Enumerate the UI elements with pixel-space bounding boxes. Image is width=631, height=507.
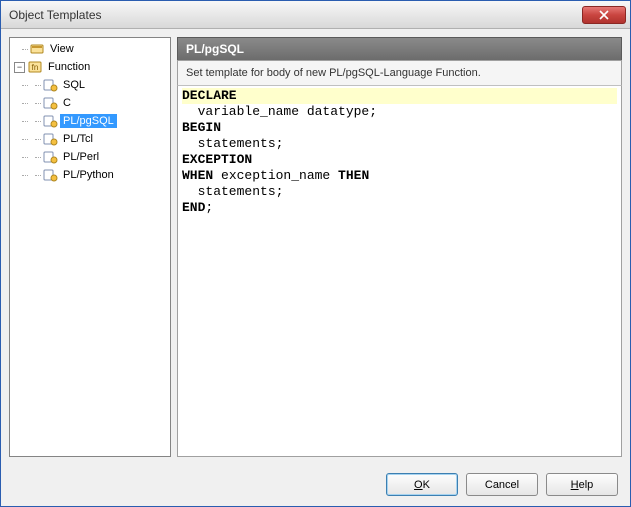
right-panel: PL/pgSQL Set template for body of new PL… [177, 37, 622, 457]
button-row: OK Cancel Help [1, 465, 630, 506]
lang-icon [42, 113, 58, 129]
panel-description: Set template for body of new PL/pgSQL-La… [177, 60, 622, 86]
cancel-button[interactable]: Cancel [466, 473, 538, 496]
tree-label: C [60, 96, 74, 110]
tree-node-lang[interactable]: PL/pgSQL [10, 112, 170, 130]
panel-header: PL/pgSQL [177, 37, 622, 60]
collapse-icon[interactable]: − [14, 62, 25, 73]
tree-label: PL/Python [60, 168, 117, 182]
code-editor[interactable]: DECLARE variable_name datatype; BEGIN st… [178, 86, 621, 218]
tree-node-view[interactable]: View [10, 40, 170, 58]
lang-icon [42, 131, 58, 147]
tree-label: View [47, 42, 77, 56]
tree-label: Function [45, 60, 93, 74]
view-icon [29, 41, 45, 57]
tree-node-lang[interactable]: PL/Python [10, 166, 170, 184]
content-area: View − fn Function SQL C PL/pgSQL PL/Tcl PL/… [1, 29, 630, 465]
titlebar[interactable]: Object Templates [1, 1, 630, 29]
tree-node-lang[interactable]: C [10, 94, 170, 112]
window-title: Object Templates [9, 8, 582, 22]
tree-panel[interactable]: View − fn Function SQL C PL/pgSQL PL/Tcl PL/… [9, 37, 171, 457]
tree-label: PL/Perl [60, 150, 102, 164]
tree-label: SQL [60, 78, 88, 92]
lang-icon [42, 167, 58, 183]
lang-icon [42, 77, 58, 93]
close-icon [599, 10, 609, 20]
tree-node-lang[interactable]: PL/Tcl [10, 130, 170, 148]
tree-label: PL/Tcl [60, 132, 96, 146]
tree-label: PL/pgSQL [60, 114, 117, 128]
lang-icon [42, 149, 58, 165]
tree-node-function[interactable]: − fn Function [10, 58, 170, 76]
svg-text:fn: fn [32, 63, 39, 72]
help-button[interactable]: Help [546, 473, 618, 496]
editor-container: DECLARE variable_name datatype; BEGIN st… [177, 86, 622, 457]
editor-scroll[interactable]: DECLARE variable_name datatype; BEGIN st… [178, 86, 621, 456]
lang-icon [42, 95, 58, 111]
dialog-window: Object Templates View − fn [0, 0, 631, 507]
tree-node-lang[interactable]: SQL [10, 76, 170, 94]
tree-node-lang[interactable]: PL/Perl [10, 148, 170, 166]
close-button[interactable] [582, 6, 626, 24]
ok-button[interactable]: OK [386, 473, 458, 496]
function-icon: fn [27, 59, 43, 75]
